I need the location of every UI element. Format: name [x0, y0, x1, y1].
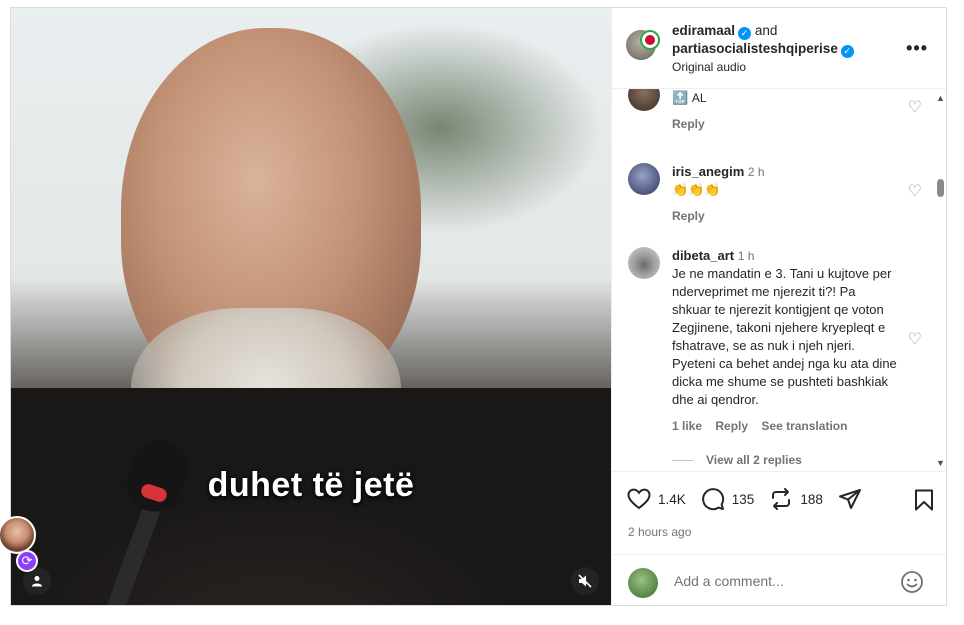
coauthor-avatar[interactable] [640, 30, 660, 50]
comment-item: iris_anegim 2 h 👏👏👏 Reply ♡ [628, 163, 922, 233]
add-comment-input[interactable] [672, 572, 886, 590]
post-dialog: duhet të jetë ediramaal ✓ and partiasocia… [10, 7, 947, 606]
comment-button[interactable] [700, 486, 726, 512]
emoji-icon [901, 571, 923, 593]
speaker-muted-icon [578, 574, 592, 588]
comments-count[interactable]: 135 [732, 492, 755, 507]
commenter-username[interactable]: dibeta_art [672, 248, 734, 263]
comment-item: 🔝 AL Reply ♡ [628, 89, 922, 139]
save-button[interactable] [914, 489, 934, 516]
author-username[interactable]: ediramaal [672, 23, 735, 38]
send-icon [838, 489, 861, 509]
verified-icon: ✓ [738, 27, 752, 40]
scrollbar-thumb[interactable] [937, 179, 944, 197]
likes-count[interactable]: 1.4K [658, 492, 686, 507]
bookmark-icon [915, 489, 933, 511]
like-comment-icon[interactable]: ♡ [908, 97, 922, 117]
and-text: and [754, 23, 778, 38]
reply-button[interactable]: Reply [715, 419, 748, 433]
mute-button[interactable] [571, 567, 599, 595]
verified-icon: ✓ [840, 45, 854, 58]
repost-button[interactable] [768, 486, 794, 512]
heart-icon [627, 488, 651, 510]
post-side-panel: ediramaal ✓ and partiasocialisteshqiperis… [611, 8, 946, 605]
comment-icon [701, 488, 724, 511]
person-icon [32, 576, 42, 587]
like-comment-icon[interactable]: ♡ [908, 181, 922, 201]
more-options-button[interactable]: ••• [906, 38, 928, 59]
scroll-up-icon[interactable]: ▲ [936, 93, 945, 103]
scroll-down-icon[interactable]: ▼ [936, 458, 945, 468]
post-timestamp[interactable]: 2 hours ago [628, 525, 691, 539]
flag-icon: 🔝 [672, 90, 689, 105]
commenter-avatar[interactable] [628, 247, 660, 279]
comment-text: Je ne mandatin e 3. Tani u kujtove per n… [672, 266, 897, 407]
video-player[interactable]: duhet të jetë [11, 8, 611, 605]
add-comment-row [612, 554, 946, 605]
comment-body: dibeta_art 1 h Je ne mandatin e 3. Tani … [672, 247, 898, 469]
reply-button[interactable]: Reply [672, 209, 705, 223]
comment-item: dibeta_art 1 h Je ne mandatin e 3. Tani … [628, 247, 922, 470]
current-user-avatar [628, 568, 658, 598]
view-replies-label: View all 2 replies [706, 453, 802, 467]
coauthor-username[interactable]: partiasocialisteshqiperise [672, 41, 838, 56]
like-comment-icon[interactable]: ♡ [908, 329, 922, 349]
comment-time: 2 h [747, 165, 765, 179]
replies-divider [672, 459, 694, 461]
comment-time: 1 h [737, 249, 755, 263]
repost-icon [772, 488, 791, 510]
commenter-username[interactable]: iris_anegim [672, 164, 744, 179]
commenter-avatar[interactable] [628, 163, 660, 195]
sync-badge-icon[interactable]: ⟳ [16, 550, 38, 572]
video-subtitle: duhet të jetë [207, 466, 415, 504]
comment-body: iris_anegim 2 h 👏👏👏 Reply [672, 163, 898, 225]
post-authors: ediramaal ✓ and partiasocialisteshqiperis… [672, 22, 854, 76]
emoji-button[interactable] [900, 570, 924, 599]
comments-scrollbar[interactable]: ▲ ▼ [934, 89, 946, 470]
comment-text: AL [691, 91, 707, 105]
view-replies-button[interactable]: View all 2 replies [672, 451, 898, 469]
post-header: ediramaal ✓ and partiasocialisteshqiperis… [612, 8, 946, 89]
reply-button[interactable]: Reply [672, 117, 705, 131]
comment-likes[interactable]: 1 like [672, 419, 702, 433]
commenter-avatar[interactable] [628, 89, 660, 111]
comment-body: 🔝 AL Reply [672, 89, 898, 133]
comment-text: 👏👏👏 [672, 182, 721, 197]
audio-link[interactable]: Original audio [672, 58, 854, 76]
like-button[interactable] [626, 486, 652, 512]
post-footer: 1.4K 135 188 2 hours ago Add a comment..… [612, 471, 946, 605]
action-row: 1.4K 135 188 [626, 486, 869, 512]
share-button[interactable] [837, 486, 863, 512]
comments-list: 🔝 AL Reply ♡ iris_anegim 2 h 👏👏👏 Reply ♡… [612, 89, 946, 470]
reposts-count[interactable]: 188 [800, 492, 823, 507]
see-translation-button[interactable]: See translation [761, 419, 847, 433]
